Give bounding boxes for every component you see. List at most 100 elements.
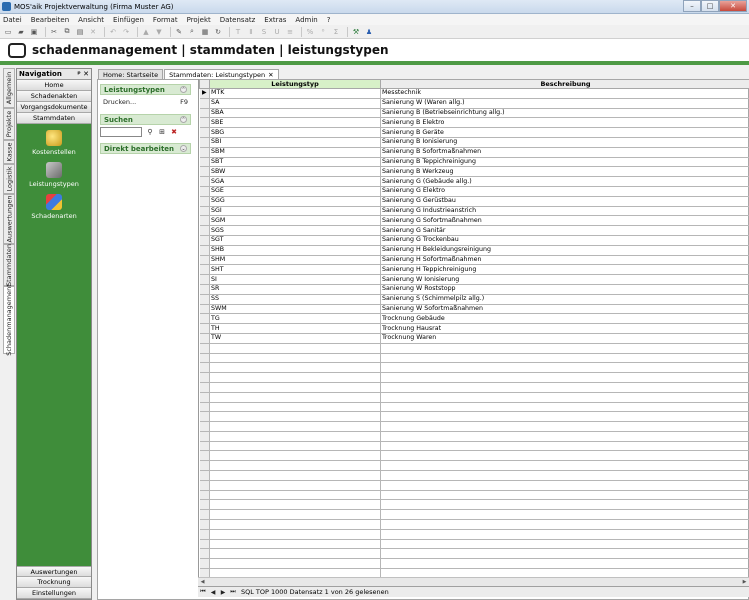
nav-button-einstellungen[interactable]: Einstellungen — [17, 588, 91, 599]
menu-item-ansicht[interactable]: Ansicht — [78, 16, 104, 24]
cell-leistungstyp[interactable]: SBE — [209, 117, 381, 129]
table-row[interactable]: SWM Sanierung W Sofortmaßnahmen — [199, 304, 749, 315]
table-row[interactable]: SI Sanierung W Ionisierung — [199, 274, 749, 285]
row-selector[interactable] — [199, 313, 210, 325]
nav-item-kostenstellen[interactable]: Kostenstellen — [17, 130, 91, 156]
row-selector[interactable] — [199, 215, 210, 227]
last-record-icon[interactable]: ⏭ — [228, 588, 238, 597]
cell-beschreibung[interactable]: Sanierung H Teppichreinigung — [380, 264, 749, 276]
nav-item-leistungstypen[interactable]: Leistungstypen — [17, 162, 91, 188]
table-row[interactable] — [199, 421, 749, 432]
text-format-icon[interactable]: T — [233, 27, 243, 37]
menu-item-extras[interactable]: Extras — [264, 16, 286, 24]
row-selector[interactable] — [199, 304, 210, 315]
table-row[interactable]: SHT Sanierung H Teppichreinigung — [199, 264, 749, 276]
list-icon[interactable]: ≡ — [285, 27, 295, 37]
row-selector[interactable] — [199, 333, 210, 344]
cell-beschreibung[interactable]: Sanierung B Sofortmaßnahmen — [380, 147, 749, 158]
cell-leistungstyp[interactable] — [209, 343, 381, 354]
cell-leistungstyp[interactable]: SWM — [209, 304, 381, 315]
menu-item-bearbeiten[interactable]: Bearbeiten — [31, 16, 69, 24]
refresh-icon[interactable]: ↻ — [213, 27, 223, 37]
cell-leistungstyp[interactable]: TG — [209, 313, 381, 325]
cell-beschreibung[interactable] — [380, 382, 749, 393]
cell-leistungstyp[interactable] — [209, 499, 381, 511]
row-selector[interactable] — [199, 539, 210, 550]
undo-icon[interactable]: ↶ — [108, 27, 118, 37]
table-row[interactable] — [199, 558, 749, 570]
cell-beschreibung[interactable] — [380, 372, 749, 383]
cell-beschreibung[interactable] — [380, 421, 749, 432]
row-selector[interactable] — [199, 343, 210, 354]
bold-icon[interactable]: Ⅱ — [246, 27, 256, 37]
cell-leistungstyp[interactable]: SBT — [209, 157, 381, 168]
print-preview-icon[interactable]: ▦ — [200, 27, 210, 37]
row-selector[interactable] — [199, 519, 210, 530]
cell-beschreibung[interactable] — [380, 392, 749, 403]
cell-beschreibung[interactable] — [380, 353, 749, 364]
minimize-button[interactable]: – — [683, 0, 701, 12]
nav-item-schadenarten[interactable]: Schadenarten — [17, 194, 91, 220]
nav-button-auswertungen[interactable]: Auswertungen — [17, 566, 91, 577]
vtab-logistik[interactable]: Logistik — [3, 164, 15, 194]
cell-leistungstyp[interactable] — [209, 411, 381, 423]
cell-beschreibung[interactable]: Sanierung W Ionisierung — [380, 274, 749, 285]
table-row[interactable] — [199, 353, 749, 364]
cell-beschreibung[interactable] — [380, 470, 749, 481]
cell-leistungstyp[interactable] — [209, 558, 381, 570]
row-selector[interactable] — [199, 382, 210, 393]
row-selector[interactable] — [199, 480, 210, 491]
redo-icon[interactable]: ↷ — [121, 27, 131, 37]
maximize-button[interactable]: □ — [701, 0, 719, 12]
cell-beschreibung[interactable] — [380, 548, 749, 560]
cell-beschreibung[interactable] — [380, 509, 749, 521]
row-selector[interactable] — [199, 470, 210, 481]
menu-item-admin[interactable]: Admin — [295, 16, 317, 24]
cell-beschreibung[interactable]: Messtechnik — [380, 88, 749, 99]
row-selector[interactable] — [199, 323, 210, 334]
sum-icon[interactable]: Σ — [331, 27, 341, 37]
table-row[interactable] — [199, 480, 749, 491]
cell-leistungstyp[interactable] — [209, 490, 381, 501]
cell-beschreibung[interactable] — [380, 490, 749, 501]
cell-beschreibung[interactable]: Sanierung B Teppichreinigung — [380, 157, 749, 168]
cell-leistungstyp[interactable] — [209, 480, 381, 491]
table-row[interactable]: SGA Sanierung G (Gebäude allg.) — [199, 176, 749, 187]
cell-beschreibung[interactable]: Sanierung B Geräte — [380, 127, 749, 138]
table-row[interactable]: SHM Sanierung H Sofortmaßnahmen — [199, 255, 749, 266]
cell-leistungstyp[interactable]: SGA — [209, 176, 381, 187]
cell-leistungstyp[interactable]: TH — [209, 323, 381, 334]
scroll-right-icon[interactable]: ▶ — [740, 578, 749, 586]
table-row[interactable] — [199, 519, 749, 530]
cell-leistungstyp[interactable]: SGG — [209, 196, 381, 207]
horizontal-scrollbar[interactable]: ◀ ▶ — [198, 577, 749, 586]
table-row[interactable] — [199, 490, 749, 501]
filter-clear-icon[interactable]: ✖ — [169, 127, 179, 137]
cell-leistungstyp[interactable]: SI — [209, 274, 381, 285]
tab-home-startseite[interactable]: Home: Startseite — [98, 69, 164, 79]
cell-leistungstyp[interactable]: SR — [209, 284, 381, 295]
row-selector[interactable]: ▶ — [199, 88, 210, 99]
panel-header-leistungstypen[interactable]: Leistungstypen ⌃ — [100, 84, 191, 95]
row-selector[interactable] — [199, 225, 210, 236]
close-button[interactable]: ✕ — [719, 0, 747, 12]
vtab-schadenmanagement[interactable]: Schadenmanagement — [3, 284, 15, 356]
underline-icon[interactable]: U — [272, 27, 282, 37]
cell-leistungstyp[interactable] — [209, 392, 381, 403]
cell-beschreibung[interactable]: Sanierung B Ionisierung — [380, 137, 749, 148]
row-selector[interactable] — [199, 441, 210, 452]
tab-close-icon[interactable]: ✕ — [268, 71, 273, 79]
row-selector[interactable] — [199, 509, 210, 521]
cell-beschreibung[interactable]: Trocknung Hausrat — [380, 323, 749, 334]
table-row[interactable] — [199, 431, 749, 442]
vtab-auswertungen[interactable]: Auswertungen — [3, 194, 15, 244]
tab-stammdaten-leistungstypen[interactable]: Stammdaten: Leistungstypen ✕ — [164, 69, 279, 79]
cell-beschreibung[interactable] — [380, 362, 749, 374]
table-row[interactable] — [199, 548, 749, 560]
cell-beschreibung[interactable]: Sanierung G Sanitär — [380, 225, 749, 236]
panel-header-suchen[interactable]: Suchen ⌃ — [100, 114, 191, 125]
cell-beschreibung[interactable] — [380, 460, 749, 472]
cell-leistungstyp[interactable]: SGS — [209, 225, 381, 236]
row-selector[interactable] — [199, 294, 210, 305]
cell-leistungstyp[interactable] — [209, 421, 381, 432]
